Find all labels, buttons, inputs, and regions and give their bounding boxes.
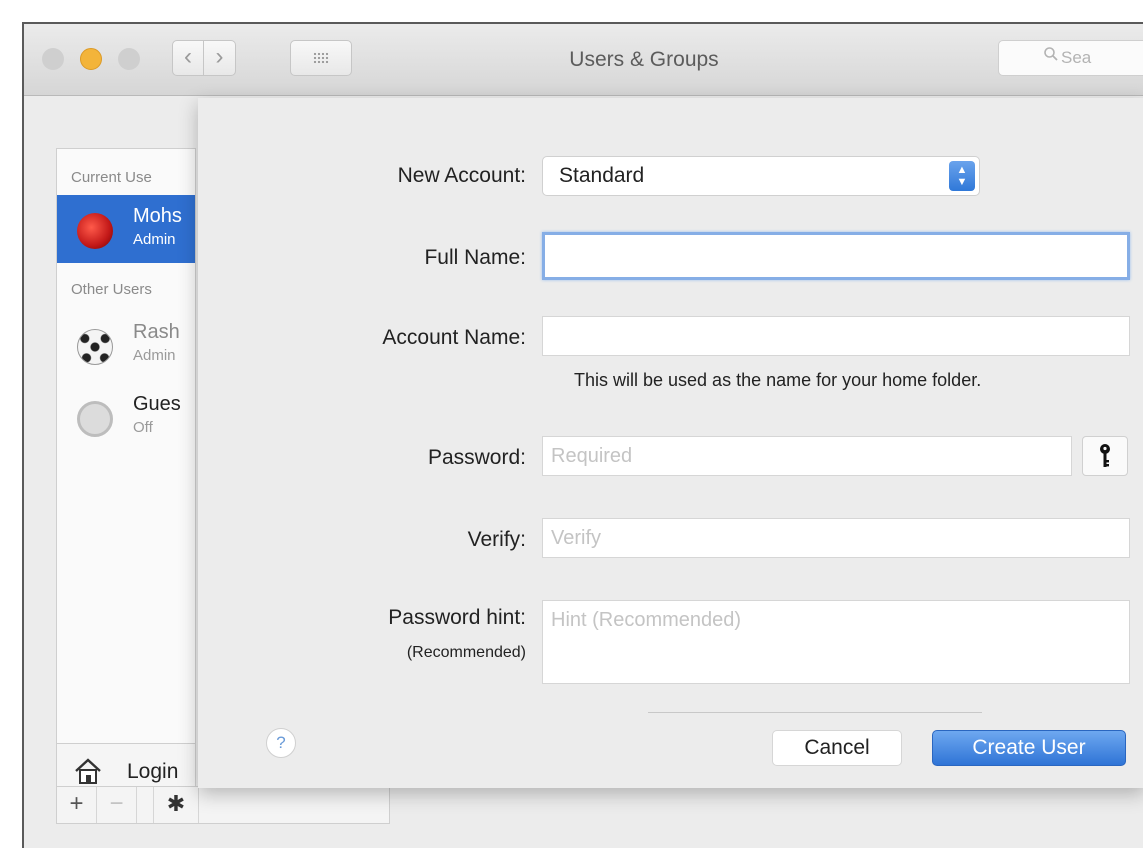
users-list: Current Use Mohs Admin Other Users Rash … <box>56 148 196 744</box>
title-bar: ‹ › Users & Groups Sea <box>24 24 1143 96</box>
current-users-header: Current Use <box>71 169 152 186</box>
gear-icon[interactable]: ✱ <box>153 787 199 823</box>
chevron-left-icon: ‹ <box>184 43 192 70</box>
account-type-popup[interactable]: Standard ▲ ▼ <box>542 156 980 196</box>
avatar <box>77 329 113 365</box>
account-type-value: Standard <box>559 164 645 187</box>
add-user-button[interactable]: + <box>57 787 97 823</box>
new-account-label: New Account: <box>397 164 526 187</box>
user-name: Gues <box>133 393 181 415</box>
verify-field[interactable] <box>542 518 1130 558</box>
user-name: Rash <box>133 321 180 343</box>
minimize-window-button[interactable] <box>80 48 102 70</box>
chevron-right-icon: › <box>215 43 224 70</box>
password-assistant-button[interactable] <box>1082 436 1128 476</box>
user-row-guest[interactable]: Gues Off <box>57 383 195 451</box>
house-icon <box>75 758 101 784</box>
users-list-toolbar: + − ✱ <box>56 786 390 824</box>
show-all-button[interactable] <box>290 40 352 76</box>
divider <box>648 712 982 713</box>
other-users-header: Other Users <box>71 281 152 298</box>
user-role: Off <box>133 419 153 436</box>
full-name-field[interactable] <box>542 232 1130 280</box>
cancel-button[interactable]: Cancel <box>772 730 902 766</box>
new-account-sheet: New Account: Full Name: Account Name: Pa… <box>198 98 1143 788</box>
avatar <box>77 213 113 249</box>
grid-icon <box>313 52 329 64</box>
users-groups-window: ‹ › Users & Groups Sea Current Use Mohs … <box>22 22 1143 848</box>
password-field[interactable] <box>542 436 1072 476</box>
zoom-window-button[interactable] <box>118 48 140 70</box>
search-field[interactable]: Sea <box>998 40 1143 76</box>
user-row-current[interactable]: Mohs Admin <box>57 195 195 263</box>
forward-button[interactable]: › <box>204 40 236 76</box>
account-name-help: This will be used as the name for your h… <box>574 370 982 390</box>
password-hint-label: Password hint: <box>388 606 526 629</box>
password-label: Password: <box>427 446 526 469</box>
full-name-label: Full Name: <box>424 246 526 269</box>
remove-user-button[interactable]: − <box>97 787 137 823</box>
user-name: Mohs <box>133 205 182 227</box>
login-options-label: Login <box>127 760 179 783</box>
search-icon <box>1043 41 1059 75</box>
help-button[interactable]: ? <box>266 728 296 758</box>
user-role: Admin <box>133 347 176 364</box>
back-button[interactable]: ‹ <box>172 40 204 76</box>
password-hint-sublabel: (Recommended) <box>406 644 526 661</box>
chevron-up-down-icon: ▲ ▼ <box>949 161 975 191</box>
user-row-other[interactable]: Rash Admin <box>57 311 195 379</box>
create-user-button[interactable]: Create User <box>932 730 1126 766</box>
guest-avatar-icon <box>77 401 113 437</box>
account-name-field[interactable] <box>542 316 1130 356</box>
search-placeholder: Sea <box>1061 48 1092 67</box>
form-labels: New Account: Full Name: Account Name: Pa… <box>198 98 526 788</box>
password-hint-field[interactable] <box>542 600 1130 684</box>
account-name-label: Account Name: <box>382 326 526 349</box>
key-icon <box>1100 444 1110 467</box>
user-role: Admin <box>133 231 176 248</box>
verify-label: Verify: <box>467 528 526 551</box>
close-window-button[interactable] <box>42 48 64 70</box>
window-title: Users & Groups <box>569 48 719 71</box>
